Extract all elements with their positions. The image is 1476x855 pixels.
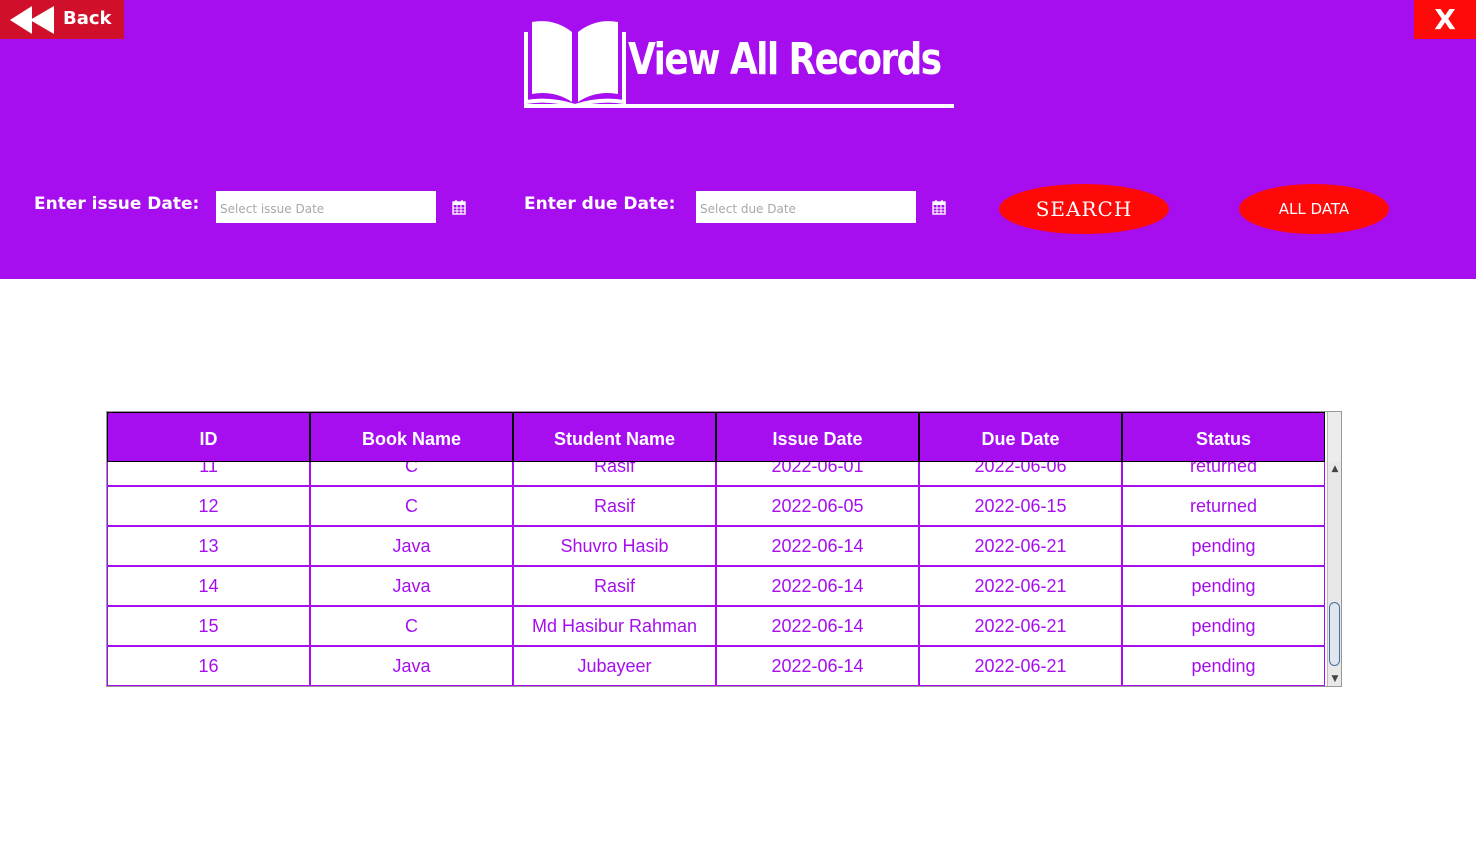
table-header-corner — [1327, 412, 1341, 462]
cell-student-name: Shuvro Hasib — [513, 526, 716, 566]
cell-issue-date: 2022-06-05 — [716, 486, 919, 526]
cell-issue-date: 2022-06-14 — [716, 646, 919, 686]
scroll-thumb[interactable] — [1329, 602, 1340, 666]
cell-book-name: C — [310, 462, 513, 486]
scroll-down-arrow-icon[interactable]: ▼ — [1328, 672, 1341, 686]
calendar-icon[interactable] — [932, 199, 946, 215]
table-header: ID Book Name Student Name Issue Date Due… — [107, 412, 1327, 462]
column-header-student-name[interactable]: Student Name — [513, 412, 716, 462]
cell-student-name: Rasif — [513, 462, 716, 486]
cell-student-name: Rasif — [513, 486, 716, 526]
scroll-up-arrow-icon[interactable]: ▲ — [1328, 462, 1341, 476]
cell-due-date: 2022-06-21 — [919, 526, 1122, 566]
table-body[interactable]: 11 C Rasif 2022-06-01 2022-06-06 returne… — [107, 462, 1327, 686]
records-table: ID Book Name Student Name Issue Date Due… — [106, 411, 1342, 687]
back-label: Back — [63, 8, 112, 29]
column-header-issue-date[interactable]: Issue Date — [716, 412, 919, 462]
cell-issue-date: 2022-06-01 — [716, 462, 919, 486]
cell-status: returned — [1122, 462, 1325, 486]
cell-id: 11 — [107, 462, 310, 486]
table-row[interactable]: 11 C Rasif 2022-06-01 2022-06-06 returne… — [107, 462, 1327, 486]
search-button[interactable]: SEARCH — [999, 184, 1169, 234]
due-date-input[interactable] — [696, 191, 916, 223]
cell-id: 13 — [107, 526, 310, 566]
cell-student-name: Jubayeer — [513, 646, 716, 686]
table-row[interactable]: 13 Java Shuvro Hasib 2022-06-14 2022-06-… — [107, 526, 1327, 566]
due-date-label: Enter due Date: — [524, 194, 676, 214]
table-row[interactable]: 12 C Rasif 2022-06-05 2022-06-15 returne… — [107, 486, 1327, 526]
close-button[interactable]: X — [1414, 0, 1476, 39]
vertical-scrollbar[interactable]: ▲ ▼ — [1327, 462, 1341, 686]
cell-due-date: 2022-06-21 — [919, 646, 1122, 686]
cell-id: 16 — [107, 646, 310, 686]
cell-status: returned — [1122, 486, 1325, 526]
cell-student-name: Rasif — [513, 566, 716, 606]
cell-status: pending — [1122, 646, 1325, 686]
rewind-icon — [10, 6, 54, 34]
column-header-due-date[interactable]: Due Date — [919, 412, 1122, 462]
cell-due-date: 2022-06-21 — [919, 566, 1122, 606]
cell-issue-date: 2022-06-14 — [716, 606, 919, 646]
cell-book-name: Java — [310, 566, 513, 606]
calendar-icon[interactable] — [452, 199, 466, 215]
cell-status: pending — [1122, 526, 1325, 566]
column-header-id[interactable]: ID — [107, 412, 310, 462]
cell-id: 12 — [107, 486, 310, 526]
cell-book-name: C — [310, 606, 513, 646]
open-book-icon — [524, 21, 626, 108]
cell-due-date: 2022-06-15 — [919, 486, 1122, 526]
cell-status: pending — [1122, 606, 1325, 646]
table-row[interactable]: 16 Java Jubayeer 2022-06-14 2022-06-21 p… — [107, 646, 1327, 686]
title-underline — [524, 104, 954, 108]
cell-book-name: Java — [310, 646, 513, 686]
cell-issue-date: 2022-06-14 — [716, 566, 919, 606]
cell-due-date: 2022-06-21 — [919, 606, 1122, 646]
cell-student-name: Md Hasibur Rahman — [513, 606, 716, 646]
back-button[interactable]: Back — [0, 0, 124, 39]
cell-status: pending — [1122, 566, 1325, 606]
cell-book-name: C — [310, 486, 513, 526]
cell-due-date: 2022-06-06 — [919, 462, 1122, 486]
table-row[interactable]: 14 Java Rasif 2022-06-14 2022-06-21 pend… — [107, 566, 1327, 606]
column-header-status[interactable]: Status — [1122, 412, 1325, 462]
all-data-button[interactable]: ALL DATA — [1239, 184, 1389, 234]
issue-date-input[interactable] — [216, 191, 436, 223]
column-header-book-name[interactable]: Book Name — [310, 412, 513, 462]
issue-date-label: Enter issue Date: — [34, 194, 200, 214]
page-title: View All Records — [628, 34, 942, 85]
header-bar: Back X View All Records Enter issue Date… — [0, 0, 1476, 279]
cell-book-name: Java — [310, 526, 513, 566]
cell-id: 14 — [107, 566, 310, 606]
cell-issue-date: 2022-06-14 — [716, 526, 919, 566]
cell-id: 15 — [107, 606, 310, 646]
table-row[interactable]: 15 C Md Hasibur Rahman 2022-06-14 2022-0… — [107, 606, 1327, 646]
